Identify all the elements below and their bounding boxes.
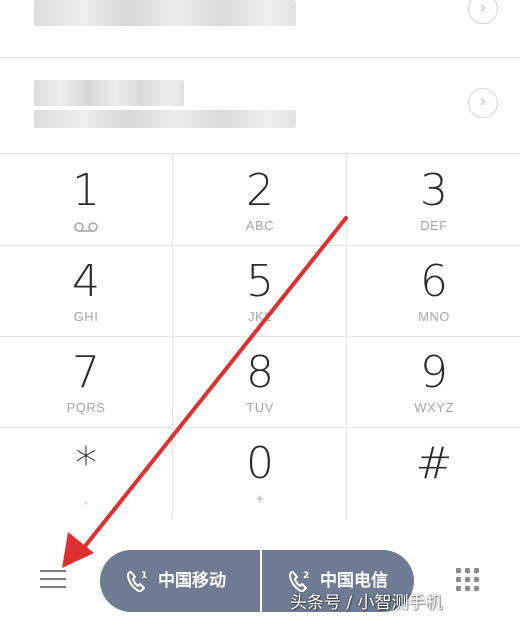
- blurred-contact-detail: [34, 110, 296, 128]
- voicemail-icon: [74, 222, 98, 232]
- call-sim1-button[interactable]: 1 中国移动: [100, 550, 260, 612]
- key-9[interactable]: 9 WXYZ: [348, 337, 520, 428]
- hamburger-menu-icon[interactable]: [40, 570, 66, 590]
- key-0[interactable]: 0 +: [174, 428, 347, 519]
- recent-call-row[interactable]: ›: [0, 58, 520, 154]
- key-7[interactable]: 7 PQRS: [0, 337, 173, 428]
- key-6[interactable]: 6 MNO: [348, 246, 520, 337]
- recent-call-row[interactable]: ›: [0, 0, 520, 58]
- key-3[interactable]: 3 DEF: [348, 155, 520, 246]
- svg-text:2: 2: [303, 571, 309, 581]
- blurred-contact-name: [34, 0, 296, 26]
- chevron-right-icon[interactable]: ›: [468, 0, 498, 24]
- chevron-right-icon[interactable]: ›: [468, 88, 498, 118]
- key-8[interactable]: 8 TUV: [174, 337, 347, 428]
- watermark-text: 头条号 / 小智测手机: [290, 593, 443, 613]
- phone-sim1-icon: 1: [127, 571, 147, 592]
- dialpad-grid-icon[interactable]: [456, 568, 480, 592]
- blurred-contact-name: [34, 80, 184, 106]
- key-star[interactable]: * ,: [0, 428, 173, 519]
- key-5[interactable]: 5 JKL: [174, 246, 347, 337]
- key-4[interactable]: 4 GHI: [0, 246, 173, 337]
- dial-keypad: 1 2 ABC 3 DEF 4 GHI 5 JKL 6 MNO 7 PQRS 8…: [0, 155, 520, 520]
- key-hash[interactable]: #: [348, 428, 520, 519]
- svg-text:1: 1: [141, 571, 147, 581]
- key-2[interactable]: 2 ABC: [174, 155, 347, 246]
- key-1[interactable]: 1: [0, 155, 173, 246]
